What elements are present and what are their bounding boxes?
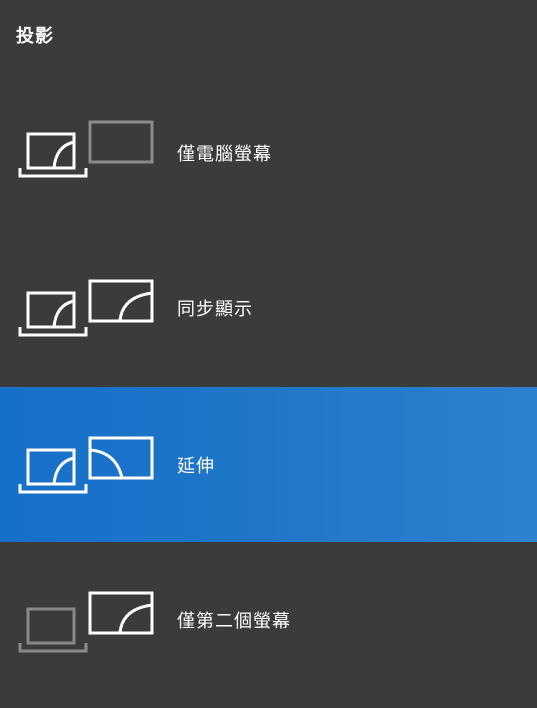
option-label: 僅電腦螢幕 bbox=[177, 143, 272, 165]
project-panel: 投影 僅電腦螢幕 同步顯示 延伸 僅第二個螢幕 bbox=[0, 0, 537, 708]
extend-icon bbox=[18, 436, 154, 493]
option-label: 僅第二個螢幕 bbox=[177, 610, 291, 632]
option-label: 同步顯示 bbox=[177, 298, 253, 320]
option-second-screen-only[interactable]: 僅第二個螢幕 bbox=[0, 542, 537, 697]
second-screen-only-icon bbox=[18, 591, 154, 652]
duplicate-icon bbox=[18, 279, 154, 336]
option-pc-screen-only[interactable]: 僅電腦螢幕 bbox=[0, 75, 537, 230]
option-extend[interactable]: 延伸 bbox=[0, 387, 537, 542]
pc-screen-only-icon bbox=[18, 120, 154, 177]
option-label: 延伸 bbox=[177, 455, 215, 477]
panel-title: 投影 bbox=[16, 26, 54, 47]
option-duplicate[interactable]: 同步顯示 bbox=[0, 230, 537, 385]
